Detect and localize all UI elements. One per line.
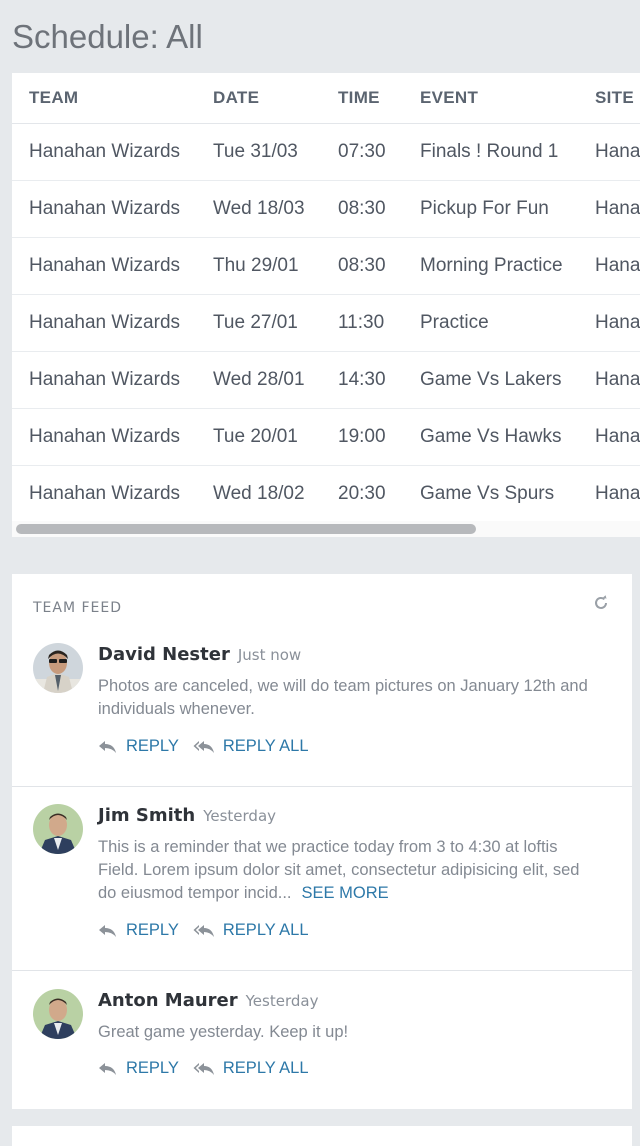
cell-date: Tue 27/01: [213, 312, 298, 333]
post-timestamp: Just now: [237, 646, 302, 664]
cell-team: Hanahan Wizards: [29, 483, 181, 504]
reply-all-icon: [193, 1062, 214, 1075]
cell-team: Hanahan Wizards: [29, 426, 181, 447]
reply-all-label: REPLY ALL: [222, 737, 309, 755]
cell-team: Hanahan Wizards: [29, 369, 181, 390]
cell-date: Wed 18/02: [213, 483, 305, 504]
post-author[interactable]: Anton Maurer Yesterday: [98, 990, 318, 1011]
post-text: Photos are canceled, we will do team pic…: [98, 675, 598, 721]
post-text: Great game yesterday. Keep it up!: [98, 1021, 598, 1044]
cell-site: Hana: [595, 198, 640, 219]
cell-time: 20:30: [338, 483, 386, 504]
reply-all-button[interactable]: REPLY ALL: [193, 921, 309, 940]
cell-event: Practice: [420, 312, 489, 333]
post-author-name[interactable]: David Nester: [98, 644, 230, 665]
reply-icon: [99, 1062, 116, 1075]
reply-all-button[interactable]: REPLY ALL: [193, 737, 309, 756]
reply-all-label: REPLY ALL: [222, 921, 309, 939]
cell-time: 08:30: [338, 255, 386, 276]
cell-site: Hana: [595, 369, 640, 390]
avatar[interactable]: [33, 643, 83, 693]
horizontal-scrollbar-thumb[interactable]: [16, 524, 476, 534]
table-header-row: TEAM DATE TIME EVENT SITE: [12, 73, 640, 124]
cell-event: Morning Practice: [420, 255, 563, 276]
page-title: Schedule: All: [12, 18, 203, 55]
table-row[interactable]: Hanahan Wizards Tue 31/03 07:30 Finals !…: [12, 124, 640, 181]
cell-site: Hana: [595, 255, 640, 276]
avatar[interactable]: [33, 989, 83, 1039]
post-actions: REPLY REPLY ALL: [98, 1059, 323, 1078]
reply-label: REPLY: [126, 921, 179, 939]
cell-time: 11:30: [338, 312, 385, 333]
column-header-time[interactable]: TIME: [338, 73, 380, 123]
column-header-team[interactable]: TEAM: [29, 73, 78, 123]
avatar[interactable]: [33, 804, 83, 854]
cell-team: Hanahan Wizards: [29, 255, 181, 276]
reply-button[interactable]: REPLY: [98, 1059, 179, 1078]
post-author-name[interactable]: Jim Smith: [98, 805, 195, 826]
post-author-name[interactable]: Anton Maurer: [98, 990, 238, 1011]
cell-time: 08:30: [338, 198, 386, 219]
table-row[interactable]: Hanahan Wizards Thu 29/01 08:30 Morning …: [12, 238, 640, 295]
post-body: Great game yesterday. Keep it up!: [98, 1023, 349, 1041]
reply-all-icon: [193, 740, 214, 753]
reply-label: REPLY: [126, 1059, 179, 1077]
cell-date: Wed 18/03: [213, 198, 305, 219]
post-author[interactable]: David Nester Just now: [98, 644, 301, 665]
column-header-site[interactable]: SITE: [595, 73, 634, 123]
cell-time: 07:30: [338, 141, 386, 162]
cell-site: Hana: [595, 483, 640, 504]
cell-date: Wed 28/01: [213, 369, 305, 390]
table-row[interactable]: Hanahan Wizards Tue 20/01 19:00 Game Vs …: [12, 409, 640, 466]
table-row[interactable]: Hanahan Wizards Wed 18/03 08:30 Pickup F…: [12, 181, 640, 238]
cell-site: Hana: [595, 141, 640, 162]
cell-site: Hana: [595, 312, 640, 333]
post-divider: [12, 786, 632, 787]
next-card-edge: [12, 1126, 632, 1146]
cell-event: Game Vs Lakers: [420, 369, 562, 390]
post-author[interactable]: Jim Smith Yesterday: [98, 805, 276, 826]
post-timestamp: Yesterday: [245, 992, 319, 1010]
post-actions: REPLY REPLY ALL: [98, 737, 323, 756]
cell-date: Tue 20/01: [213, 426, 298, 447]
cell-date: Tue 31/03: [213, 141, 298, 162]
team-feed-header: TEAM FEED: [33, 600, 123, 616]
reply-all-label: REPLY ALL: [222, 1059, 309, 1077]
reply-button[interactable]: REPLY: [98, 737, 179, 756]
post-text: This is a reminder that we practice toda…: [98, 836, 598, 905]
team-feed-card: TEAM FEED David Nester Just now Photos ar…: [12, 574, 632, 1109]
reply-icon: [99, 740, 116, 753]
cell-event: Game Vs Spurs: [420, 483, 555, 504]
table-row[interactable]: Hanahan Wizards Tue 27/01 11:30 Practice…: [12, 295, 640, 352]
reply-all-icon: [193, 924, 214, 937]
cell-time: 14:30: [338, 369, 386, 390]
table-row[interactable]: Hanahan Wizards Wed 28/01 14:30 Game Vs …: [12, 352, 640, 409]
cell-event: Pickup For Fun: [420, 198, 549, 219]
schedule-table: TEAM DATE TIME EVENT SITE Hanahan Wizard…: [12, 73, 640, 523]
post-actions: REPLY REPLY ALL: [98, 921, 323, 940]
reply-label: REPLY: [126, 737, 179, 755]
post-divider: [12, 970, 632, 971]
refresh-icon[interactable]: [592, 594, 610, 612]
cell-date: Thu 29/01: [213, 255, 299, 276]
see-more-link[interactable]: SEE MORE: [302, 884, 389, 902]
cell-event: Game Vs Hawks: [420, 426, 562, 447]
table-row[interactable]: Hanahan Wizards Wed 18/02 20:30 Game Vs …: [12, 466, 640, 523]
post-timestamp: Yesterday: [203, 807, 277, 825]
reply-button[interactable]: REPLY: [98, 921, 179, 940]
cell-event: Finals ! Round 1: [420, 141, 559, 162]
post-body: Photos are canceled, we will do team pic…: [98, 677, 588, 718]
cell-time: 19:00: [338, 426, 386, 447]
schedule-table-card: TEAM DATE TIME EVENT SITE Hanahan Wizard…: [12, 73, 640, 537]
column-header-date[interactable]: DATE: [213, 73, 259, 123]
reply-icon: [99, 924, 116, 937]
cell-team: Hanahan Wizards: [29, 141, 181, 162]
cell-site: Hana: [595, 426, 640, 447]
column-header-event[interactable]: EVENT: [420, 73, 478, 123]
cell-team: Hanahan Wizards: [29, 198, 181, 219]
cell-team: Hanahan Wizards: [29, 312, 181, 333]
reply-all-button[interactable]: REPLY ALL: [193, 1059, 309, 1078]
